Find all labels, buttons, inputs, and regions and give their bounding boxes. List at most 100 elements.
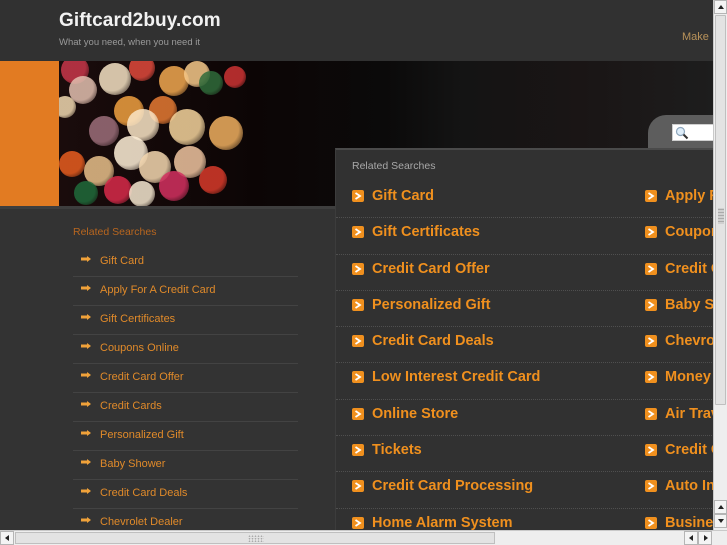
arrow-down-icon xyxy=(718,519,724,523)
related-row: Home Alarm System Busine xyxy=(336,509,713,530)
sidebar-item[interactable]: Credit Card Offer xyxy=(73,364,298,393)
related-search-link[interactable]: Air Trav xyxy=(665,406,713,422)
related-searches-grid: Gift Card Apply F Gift Certificates Coupon C… xyxy=(336,182,713,530)
sidebar-link[interactable]: Apply For A Credit Card xyxy=(100,284,216,296)
bokeh-light xyxy=(129,181,155,206)
banner-accent-block xyxy=(0,61,59,206)
scroll-left-button[interactable] xyxy=(0,531,14,545)
sidebar-link[interactable]: Credit Card Deals xyxy=(100,487,187,499)
sidebar-item[interactable]: Credit Card Deals xyxy=(73,480,298,509)
chevron-right-icon xyxy=(645,516,657,529)
chevron-right-icon xyxy=(645,444,657,457)
sidebar-item[interactable]: Chevrolet Dealer xyxy=(73,509,298,530)
related-search-link[interactable]: Gift Card xyxy=(372,188,434,204)
bokeh-light xyxy=(199,166,227,194)
related-row: Low Interest Credit Card Money xyxy=(336,363,713,400)
hand-arrow-icon xyxy=(81,314,91,320)
related-search-link[interactable]: Low Interest Credit Card xyxy=(372,369,540,385)
sidebar-link[interactable]: Credit Card Offer xyxy=(100,371,184,383)
sidebar-item[interactable]: Coupons Online xyxy=(73,335,298,364)
chevron-right-icon xyxy=(352,371,364,384)
related-search-link[interactable]: Credit Card Deals xyxy=(372,333,494,349)
chevron-right-icon xyxy=(352,480,364,493)
related-row: Gift Certificates Coupon xyxy=(336,218,713,255)
arrow-left-icon xyxy=(689,535,693,541)
sidebar-link[interactable]: Coupons Online xyxy=(100,342,179,354)
related-search-link[interactable]: Credit C xyxy=(665,261,713,277)
related-search-link[interactable]: Personalized Gift xyxy=(372,297,490,313)
scroll-right-button[interactable] xyxy=(698,531,712,545)
chevron-right-icon xyxy=(645,407,657,420)
scroll-down-button[interactable] xyxy=(714,514,727,528)
sidebar-link[interactable]: Credit Cards xyxy=(100,400,162,412)
arrow-right-icon xyxy=(704,535,708,541)
bokeh-light xyxy=(169,109,205,145)
chevron-right-icon xyxy=(352,516,364,529)
related-search-link[interactable]: Online Store xyxy=(372,406,458,422)
grip-icon xyxy=(718,208,724,224)
related-search-link[interactable]: Credit Card Offer xyxy=(372,261,490,277)
sidebar-link[interactable]: Chevrolet Dealer xyxy=(100,516,183,528)
related-search-link[interactable]: Tickets xyxy=(372,442,422,458)
site-header: Giftcard2buy.com What you need, when you… xyxy=(0,0,713,61)
sidebar-link[interactable]: Gift Card xyxy=(100,255,144,267)
inner-scroll-up-button[interactable] xyxy=(714,500,727,514)
chevron-right-icon xyxy=(645,335,657,348)
related-search-link[interactable]: Coupon xyxy=(665,224,713,240)
related-search-link[interactable]: Home Alarm System xyxy=(372,515,513,530)
vertical-scrollbar[interactable] xyxy=(713,0,727,530)
related-search-link[interactable]: Money xyxy=(665,369,711,385)
chevron-right-icon xyxy=(645,190,657,202)
sidebar-item[interactable]: Baby Shower xyxy=(73,451,298,480)
chevron-right-icon xyxy=(352,262,364,275)
chevron-right-icon xyxy=(352,226,364,239)
bokeh-light xyxy=(59,151,85,177)
related-search-link[interactable]: Apply F xyxy=(665,188,713,204)
panel-heading: Related Searches xyxy=(352,160,436,172)
vertical-scroll-thumb[interactable] xyxy=(715,15,726,405)
scroll-up-button[interactable] xyxy=(714,0,727,14)
bokeh-light xyxy=(99,63,131,95)
chevron-right-icon xyxy=(352,407,364,420)
arrow-left-icon xyxy=(5,535,9,541)
sidebar-list: Gift Card Apply For A Credit Card Gift Cer… xyxy=(73,248,298,530)
arrow-up-icon xyxy=(718,505,724,509)
sidebar-item[interactable]: Credit Cards xyxy=(73,393,298,422)
chevron-right-icon xyxy=(645,226,657,239)
sidebar-link[interactable]: Gift Certificates xyxy=(100,313,175,325)
bokeh-light xyxy=(129,61,155,81)
sidebar-item[interactable]: Personalized Gift xyxy=(73,422,298,451)
chevron-right-icon xyxy=(352,190,364,202)
hand-arrow-icon xyxy=(81,430,91,436)
inner-scroll-left-button[interactable] xyxy=(684,531,698,545)
related-row: Credit Card Offer Credit C xyxy=(336,255,713,291)
bokeh-light xyxy=(69,76,97,104)
hand-arrow-icon xyxy=(81,256,91,262)
horizontal-scrollbar[interactable] xyxy=(0,530,727,545)
sidebar-link[interactable]: Baby Shower xyxy=(100,458,165,470)
site-title[interactable]: Giftcard2buy.com xyxy=(59,10,221,32)
related-search-link[interactable]: Baby S xyxy=(665,297,713,313)
related-search-link[interactable]: Busine xyxy=(665,515,713,530)
header-link-make[interactable]: Make xyxy=(682,31,709,43)
related-row: Gift Card Apply F xyxy=(336,182,713,219)
related-search-link[interactable]: Auto In xyxy=(665,478,713,494)
bokeh-light xyxy=(104,176,132,204)
related-search-link[interactable]: Credit Card Processing xyxy=(372,478,533,494)
search-input[interactable] xyxy=(672,124,713,141)
related-row: Tickets Credit C xyxy=(336,436,713,473)
hand-arrow-icon xyxy=(81,285,91,291)
sidebar-item[interactable]: Apply For A Credit Card xyxy=(73,277,298,306)
sidebar-link[interactable]: Personalized Gift xyxy=(100,429,184,441)
hand-arrow-icon xyxy=(81,372,91,378)
sidebar-item[interactable]: Gift Certificates xyxy=(73,306,298,335)
related-search-link[interactable]: Chevro xyxy=(665,333,713,349)
related-row: Online Store Air Trav xyxy=(336,400,713,437)
sidebar-item[interactable]: Gift Card xyxy=(73,248,298,277)
related-search-link[interactable]: Gift Certificates xyxy=(372,224,480,240)
horizontal-scroll-thumb[interactable] xyxy=(15,532,495,544)
related-searches-panel: Related Searches Gift Card Apply F Gift Ce… xyxy=(335,148,713,530)
chevron-right-icon xyxy=(352,298,364,311)
related-search-link[interactable]: Credit C xyxy=(665,442,713,458)
arrow-up-icon xyxy=(718,5,724,9)
